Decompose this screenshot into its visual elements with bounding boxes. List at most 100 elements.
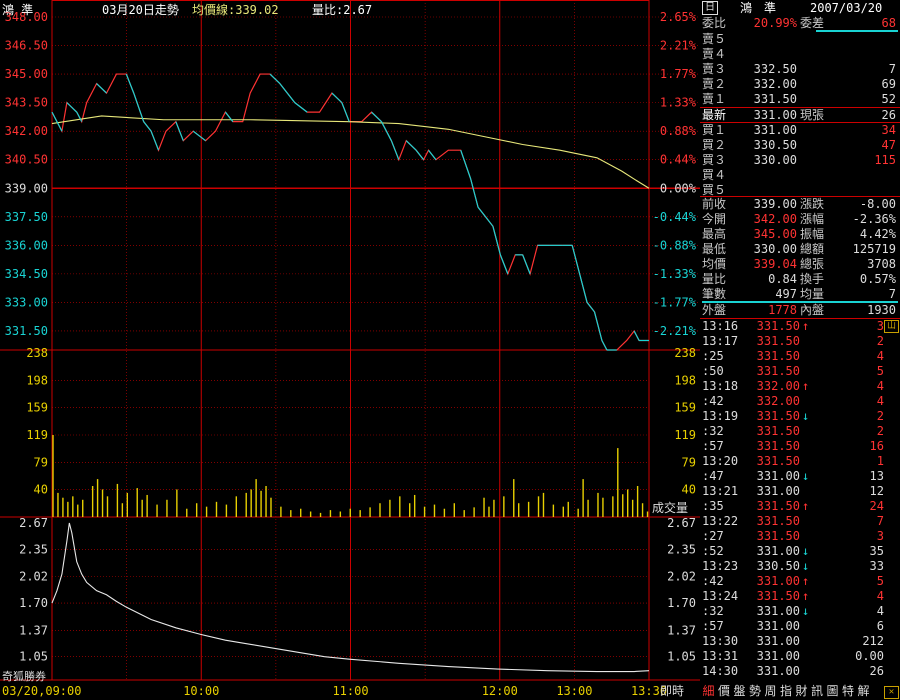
ratio-tick-label: 2.35 <box>19 542 48 556</box>
tick-row: :32 331.50 2 <box>700 424 898 439</box>
ask-row: 賣５ <box>700 32 898 47</box>
stat-label: 量比 <box>702 272 727 286</box>
tab-0[interactable]: 細 <box>701 683 716 699</box>
tool-icon[interactable]: 山 <box>884 320 899 333</box>
volume-tick-label: 79 <box>34 456 48 470</box>
tick-price: 332.00 <box>756 394 800 408</box>
tick-row: :27 331.50 3 <box>700 529 898 544</box>
volume-tick-label: 238 <box>674 346 696 360</box>
tab-5[interactable]: 指 <box>779 683 794 699</box>
tick-volume: 2 <box>876 334 884 348</box>
tick-row: 13:21 331.00 12 <box>700 484 898 499</box>
tab-2[interactable]: 盤 <box>732 683 747 699</box>
tick-time: :42 <box>702 394 724 408</box>
stat-value: -8.00 <box>859 197 896 211</box>
tick-price: 331.50 <box>756 409 800 423</box>
price-tick-label: 333.00 <box>5 295 48 309</box>
price-down-segment <box>150 130 160 151</box>
tick-volume: 16 <box>869 439 884 453</box>
ask-label: 賣５ <box>702 32 727 46</box>
stat-value: -2.36% <box>852 212 896 226</box>
tick-time: 13:30 <box>702 634 739 648</box>
tick-volume: 12 <box>869 484 884 498</box>
bid-label: 買３ <box>702 153 727 167</box>
ask-volume: 69 <box>881 77 896 91</box>
time-tick-label: 13:00 <box>556 684 592 698</box>
ask-row: 賣３ 332.50 7 <box>700 62 898 77</box>
tool-icon[interactable]: ✕ <box>884 686 899 699</box>
tick-price: 330.50 <box>756 559 800 573</box>
tick-price: 331.00 <box>756 484 800 498</box>
volume-axis-label: 成交量 <box>652 500 688 515</box>
tick-row: :50 331.50 5 <box>700 364 898 379</box>
ask-row: 賣２ 332.00 69 <box>700 77 898 92</box>
tick-row: 13:20 331.50 1 <box>700 454 898 469</box>
tick-price: 331.00 <box>756 544 800 558</box>
bid-volume: 115 <box>874 153 896 167</box>
tab-7[interactable]: 訊 <box>810 683 825 699</box>
price-down-segment <box>470 178 479 208</box>
tick-volume: 3 <box>876 319 884 333</box>
pct-tick-label: -0.88% <box>653 238 697 252</box>
ratio-tick-label: 1.70 <box>19 596 48 610</box>
tick-arrow: ↑ <box>802 589 810 603</box>
intraday-chart: 348.00346.50345.00343.50342.00340.50339.… <box>0 0 700 698</box>
last-value: 331.00 <box>753 108 797 122</box>
bid-row: 買３ 330.00 115 <box>700 153 898 168</box>
tab-9[interactable]: 特 <box>841 683 856 699</box>
pct-tick-label: -1.33% <box>653 267 697 281</box>
stat-row: 均價 339.04 總張 3708 <box>700 257 898 272</box>
price-down-segment <box>601 340 608 351</box>
pct-tick-label: 2.65% <box>660 10 697 24</box>
tick-arrow: ↑ <box>802 319 810 333</box>
ask-label: 賣４ <box>702 47 727 61</box>
inner-label: 內盤 <box>800 303 825 317</box>
price-tick-label: 339.00 <box>5 181 48 195</box>
tick-row: 13:23 330.50 ↓ 33 <box>700 559 898 574</box>
ask-volume: 7 <box>888 62 896 76</box>
price-down-segment <box>331 92 343 104</box>
volume-tick-label: 40 <box>34 482 48 496</box>
tick-price: 331.50 <box>756 589 800 603</box>
quote-date: 2007/03/20 <box>810 1 883 15</box>
tick-time: 13:22 <box>702 514 739 528</box>
tick-volume: 4 <box>876 589 884 603</box>
tick-time: 13:18 <box>702 379 739 393</box>
tab-4[interactable]: 周 <box>763 683 778 699</box>
tick-row: 13:22 331.50 7 <box>700 514 898 529</box>
price-tick-label: 342.00 <box>5 124 48 138</box>
tab-3[interactable]: 勢 <box>748 683 763 699</box>
price-down-segment <box>579 273 588 303</box>
tick-arrow: ↓ <box>802 409 810 423</box>
tick-time: :57 <box>702 619 724 633</box>
tick-volume: 6 <box>876 619 884 633</box>
tick-time: :32 <box>702 424 724 438</box>
ask-price: 332.00 <box>753 77 797 91</box>
time-tick-label: 10:00 <box>183 684 219 698</box>
price-down-segment <box>586 302 595 313</box>
tick-price: 331.50 <box>756 439 800 453</box>
function-tabs: 細價盤勢周指財訊圖特解 <box>700 682 900 700</box>
tick-time: :57 <box>702 439 724 453</box>
price-down-segment <box>269 73 281 85</box>
tick-row: 13:19 331.50 ↓ 2 <box>700 409 898 424</box>
cur-vol-label: 現張 <box>800 108 825 122</box>
tab-10[interactable]: 解 <box>856 683 871 699</box>
ask-row: 賣４ <box>700 47 898 62</box>
bid-row: 買１ 331.00 34 <box>700 123 898 138</box>
tick-price: 331.50 <box>756 319 800 333</box>
weicha-label: 委差 <box>800 16 825 30</box>
ratio-tick-label: 2.02 <box>19 570 48 584</box>
price-down-segment <box>477 206 486 218</box>
ask-row: 賣１ 331.50 52 <box>700 92 898 107</box>
tick-time: 13:31 <box>702 649 739 663</box>
tab-1[interactable]: 價 <box>717 683 732 699</box>
tab-6[interactable]: 財 <box>794 683 809 699</box>
tick-row: 13:30 331.00 212 <box>700 634 898 649</box>
tick-time: 13:20 <box>702 454 739 468</box>
tab-8[interactable]: 圖 <box>825 683 840 699</box>
tick-volume: 4 <box>876 349 884 363</box>
tick-time: 13:24 <box>702 589 739 603</box>
tick-volume: 212 <box>862 634 884 648</box>
stat-row: 今開 342.00 漲幅 -2.36% <box>700 212 898 227</box>
